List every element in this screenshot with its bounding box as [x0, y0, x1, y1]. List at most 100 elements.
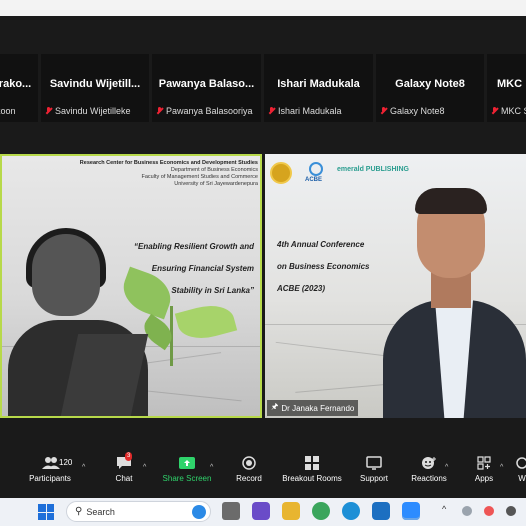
breakout-rooms-icon [304, 456, 320, 470]
window-top-bar [0, 0, 526, 16]
breakout-rooms-label: Breakout Rooms [282, 474, 342, 483]
participant-tile[interactable]: rako... koon [0, 54, 38, 122]
zoom-icon[interactable] [402, 502, 420, 520]
university-logo [270, 162, 292, 184]
org-line: Faculty of Management Studies and Commer… [141, 174, 258, 180]
participants-icon [42, 456, 60, 470]
chevron-up-icon[interactable]: ^ [500, 464, 503, 471]
cloud-icon[interactable] [462, 506, 472, 516]
participant-tile[interactable]: Savindu Wijetill... Savindu Wijetilleke [41, 54, 149, 122]
chevron-up-icon[interactable]: ^ [143, 464, 146, 471]
chat-button[interactable]: 3 Chat [108, 452, 140, 483]
org-line: Department of Business Economics [170, 167, 258, 173]
chat-icon: 3 [116, 452, 133, 470]
participant-name-label: MKC S [501, 106, 526, 116]
share-screen-button[interactable]: Share Screen [160, 456, 214, 483]
muted-mic-icon [156, 107, 163, 115]
participants-count: 120 [59, 458, 73, 467]
emerald-publishing-logo: emerald PUBLISHING [337, 166, 409, 173]
reactions-label: Reactions [411, 474, 447, 483]
participant-name-label: Galaxy Note8 [390, 106, 445, 116]
edge-icon[interactable] [342, 502, 360, 520]
speaker-name: Dr Janaka Fernando [281, 403, 355, 413]
meeting-controls-bar: 120 Participants ^ 3 Chat ^ Share Screen… [0, 452, 526, 498]
muted-mic-icon [491, 107, 498, 115]
conference-line: 4th Annual Conference [277, 240, 365, 249]
support-label: Support [359, 474, 389, 483]
participant-label: Pawanya Balasooriya [156, 106, 253, 116]
participant-display-name: Galaxy Note8 [395, 78, 465, 90]
participant-name-label: koon [0, 106, 16, 116]
chevron-up-icon[interactable]: ^ [210, 464, 213, 471]
plant-leaf [174, 299, 238, 345]
participant-display-name: MKC [497, 78, 523, 90]
participant-label: koon [0, 106, 16, 116]
participant-name-label: Savindu Wijetilleke [55, 106, 131, 116]
more-label: W [518, 474, 526, 483]
org-line: University of Sri Jayewardenepura [174, 181, 258, 187]
participant-display-name: Savindu Wijetill... [49, 78, 141, 90]
file-explorer-icon[interactable] [282, 502, 300, 520]
participant-tile[interactable]: Galaxy Note8 Galaxy Note8 [376, 54, 484, 122]
participant-tile[interactable]: MKC MKC S [487, 54, 526, 122]
teams-icon[interactable] [252, 502, 270, 520]
participant-gallery-strip: rako... koon Savindu Wijetill... Savindu… [0, 54, 526, 122]
share-screen-icon [179, 456, 195, 470]
research-center-header: Research Center for Business Economics a… [70, 160, 258, 188]
participant-label: Savindu Wijetilleke [45, 106, 131, 116]
gallery-spacer [0, 122, 526, 154]
pin-icon: 🖈 [271, 402, 279, 411]
participant-video-woman [8, 228, 149, 416]
bing-icon [192, 504, 206, 519]
participant-label: Ishari Madukala [268, 106, 342, 116]
participant-display-name: rako... [0, 78, 32, 90]
participant-name-label: Ishari Madukala [278, 106, 342, 116]
record-label: Record [236, 474, 262, 483]
windows-taskbar: ⚲ Search ^ [0, 498, 526, 526]
shared-video-left[interactable]: Research Center for Business Economics a… [0, 154, 262, 418]
more-button[interactable]: W [512, 456, 526, 483]
participants-label: Participants [29, 474, 71, 483]
windows-start-icon[interactable] [38, 504, 54, 520]
muted-mic-icon [45, 107, 52, 115]
shared-video-right[interactable]: ACBE emerald PUBLISHING 4th Annual Confe… [265, 154, 526, 418]
participant-label: Galaxy Note8 [380, 106, 445, 116]
apps-label: Apps [474, 474, 494, 483]
chrome-icon[interactable] [312, 502, 330, 520]
apps-button[interactable]: Apps [470, 456, 498, 483]
conference-line: on Business Economics [277, 262, 370, 271]
acbe-logo: ACBE [303, 160, 329, 186]
chevron-up-icon[interactable]: ^ [442, 504, 452, 514]
participant-tile[interactable]: Pawanya Balaso... Pawanya Balasooriya [152, 54, 261, 122]
mail-icon[interactable] [372, 502, 390, 520]
chat-unread-badge: 3 [125, 452, 133, 461]
controls-spacer [0, 418, 526, 452]
chevron-up-icon[interactable]: ^ [82, 464, 85, 471]
network-icon[interactable] [506, 506, 516, 516]
support-icon [366, 456, 382, 470]
conference-line: ACBE (2023) [277, 284, 326, 293]
conference-title: 4th Annual Conference on Business Econom… [277, 234, 369, 300]
task-view-icon[interactable] [222, 502, 240, 520]
search-icon: ⚲ [75, 506, 83, 517]
search-placeholder: Search [86, 506, 115, 517]
more-icon [514, 456, 526, 470]
participant-display-name: Pawanya Balaso... [158, 78, 255, 90]
record-icon [241, 456, 257, 470]
smiley-plus-icon [421, 456, 437, 470]
acbe-logo-text: ACBE [305, 177, 323, 183]
participant-display-name: Ishari Madukala [277, 78, 360, 90]
muted-mic-icon [380, 107, 387, 115]
record-button[interactable]: Record [232, 456, 266, 483]
chevron-up-icon[interactable]: ^ [445, 464, 448, 471]
participants-button[interactable]: 120 Participants [24, 456, 76, 483]
participant-tile[interactable]: Ishari Madukala Ishari Madukala [264, 54, 373, 122]
color-palette-icon[interactable] [484, 506, 494, 516]
reactions-button[interactable]: Reactions [410, 456, 448, 483]
support-button[interactable]: Support [356, 456, 392, 483]
apps-icon [476, 456, 492, 470]
breakout-rooms-button[interactable]: Breakout Rooms [280, 456, 344, 483]
participant-name-label: Pawanya Balasooriya [166, 106, 253, 116]
taskbar-search-box[interactable]: ⚲ Search [66, 501, 211, 522]
share-screen-label: Share Screen [162, 474, 212, 483]
